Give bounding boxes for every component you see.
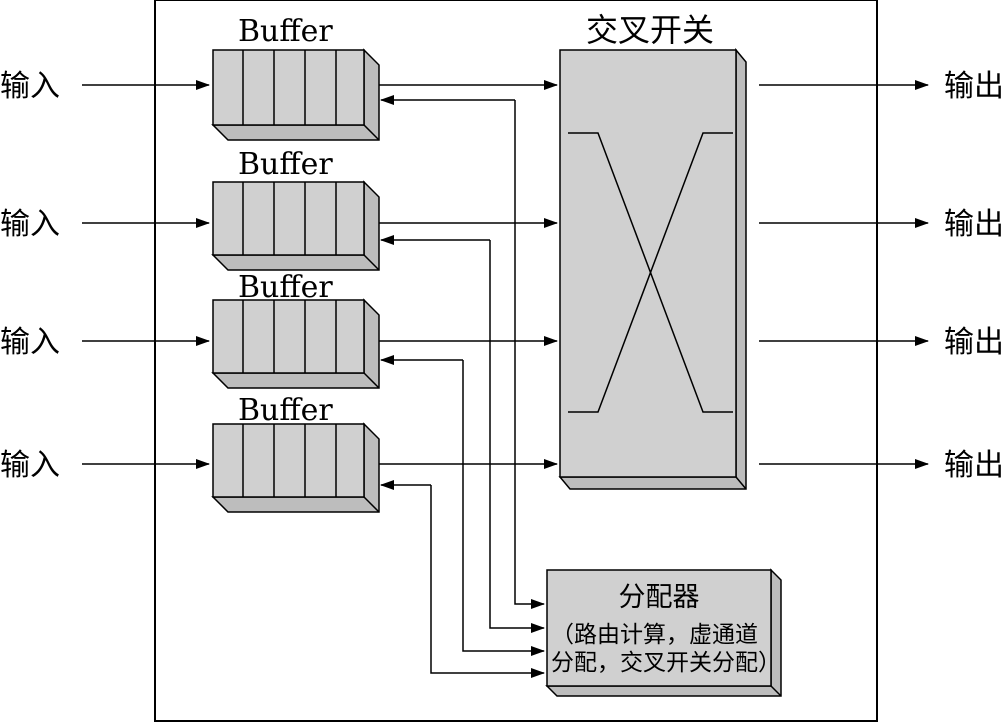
output-label: 输出 [944, 448, 1004, 483]
buffer-face [212, 423, 365, 498]
allocator-title: 分配器 [619, 582, 700, 613]
output-4: 输出 [759, 448, 1004, 483]
allocator-desc-line1: （路由计算，虚通道 [551, 622, 758, 648]
buffer-label: Buffer [238, 14, 333, 49]
allocator: 分配器 （路由计算，虚通道 分配，交叉开关分配） [545, 568, 782, 697]
buffer-face [212, 299, 365, 374]
output-2: 输出 [759, 207, 1004, 242]
input-label: 输入 [0, 69, 60, 104]
allocator-request-wire [514, 100, 545, 609]
crossbar: 交叉开关 [558, 11, 747, 490]
allocator-connection-3 [380, 355, 545, 656]
input-4: 输入 [0, 448, 210, 483]
buffer-4: Buffer [211, 393, 380, 513]
allocator-connection-1 [380, 95, 545, 609]
output-label: 输出 [944, 207, 1004, 242]
router-diagram: 输入 输入 输入 输入 Buffer Buffer Buffer Buffer … [0, 0, 1004, 722]
allocator-request-wire [462, 360, 545, 656]
input-3: 输入 [0, 325, 210, 360]
buffer-label: Buffer [238, 393, 333, 428]
output-label: 输出 [944, 69, 1004, 104]
buffer-3: Buffer [211, 270, 380, 389]
input-label: 输入 [0, 448, 60, 483]
input-2: 输入 [0, 207, 210, 242]
buffer-2: Buffer [211, 147, 380, 271]
buffer-face [212, 181, 365, 256]
crossbar-label: 交叉开关 [586, 11, 714, 49]
input-label: 输入 [0, 207, 60, 242]
allocator-desc-line2: 分配，交叉开关分配） [551, 650, 781, 676]
allocator-request-wire [489, 240, 545, 633]
input-1: 输入 [0, 69, 210, 104]
buffer-1: Buffer [211, 14, 380, 141]
crossbar-face [559, 49, 737, 478]
allocator-request-wire [430, 485, 545, 678]
output-label: 输出 [944, 325, 1004, 360]
buffer-face [212, 49, 365, 126]
output-1: 输出 [759, 69, 1004, 104]
input-label: 输入 [0, 325, 60, 360]
output-3: 输出 [759, 325, 1004, 360]
buffer-label: Buffer [238, 147, 333, 182]
